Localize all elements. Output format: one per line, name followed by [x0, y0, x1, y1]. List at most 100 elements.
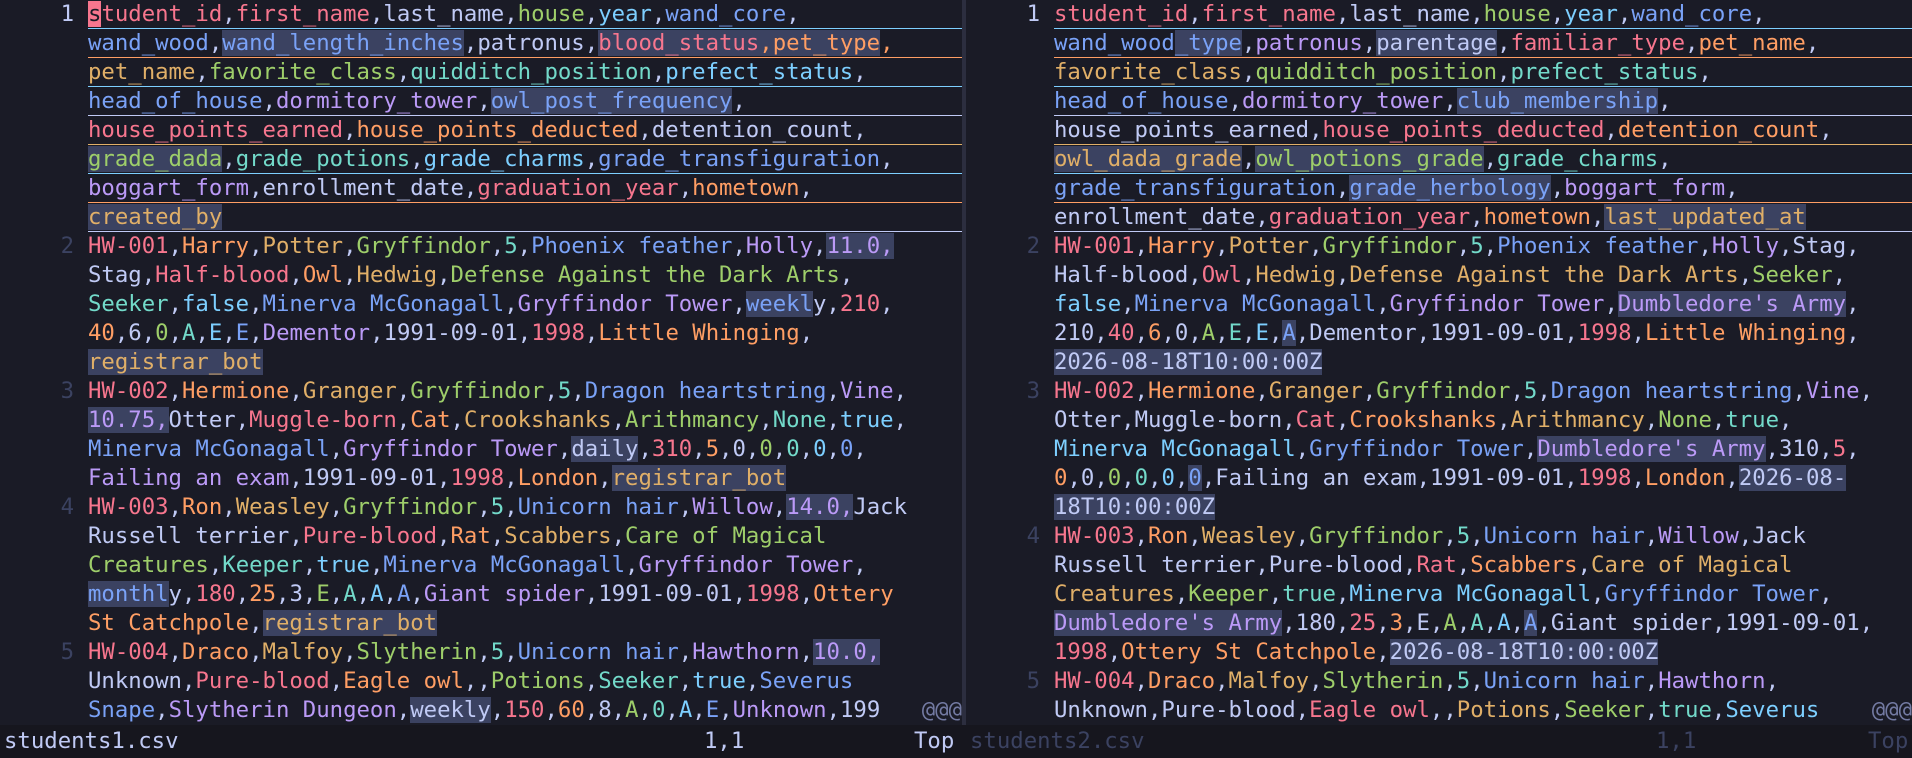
csv-token: parentage: [1376, 30, 1498, 56]
buffer-line[interactable]: Creatures,Keeper,true,Minerva McGonagall…: [88, 551, 962, 580]
buffer-line[interactable]: owl_dada_grade,owl_potions_grade,grade_c…: [1054, 145, 1912, 174]
right-diff-pane[interactable]: 12345 student_id,first_name,last_name,ho…: [966, 0, 1912, 725]
csv-token: ,: [1255, 552, 1269, 578]
buffer-line[interactable]: Seeker,false,Minerva McGonagall,Gryffind…: [88, 290, 962, 319]
buffer-line[interactable]: registrar_bot: [88, 348, 962, 377]
buffer-content[interactable]: student_id,first_name,last_name,house,ye…: [88, 0, 962, 725]
buffer-line[interactable]: student_id,first_name,last_name,house,ye…: [1054, 0, 1912, 29]
buffer-line[interactable]: enrollment_date,graduation_year,hometown…: [1054, 203, 1912, 232]
csv-token: ,: [826, 291, 840, 317]
csv-token: ,: [1188, 262, 1202, 288]
csv-token: 0: [1174, 320, 1189, 346]
buffer-line[interactable]: Russell terrier,Pure-blood,Rat,Scabbers,…: [1054, 551, 1912, 580]
buffer-line[interactable]: 18T10:00:00Z: [1054, 493, 1912, 522]
buffer-line[interactable]: boggart_form,enrollment_date,graduation_…: [88, 174, 962, 203]
csv-token: ,: [853, 117, 867, 143]
csv-token: 11.0,: [826, 233, 894, 259]
csv-token: 5: [504, 233, 518, 259]
buffer-line[interactable]: Minerva McGonagall,Gryffindor Tower,Dumb…: [1054, 435, 1912, 464]
right-filename[interactable]: students2.csv: [970, 725, 1145, 758]
csv-token: ,: [584, 30, 599, 56]
buffer-line[interactable]: HW-003,Ron,Weasley,Gryffindor,5,Unicorn …: [1054, 522, 1912, 551]
buffer-line[interactable]: Russell terrier,Pure-blood,Rat,Scabbers,…: [88, 522, 962, 551]
buffer-line[interactable]: 210,40,6,0,A,E,E,A,Dementor,1991-09-01,1…: [1054, 319, 1912, 348]
buffer-line[interactable]: 0,0,0,0,0,0,Failing an exam,1991-09-01,1…: [1054, 464, 1912, 493]
csv-token: ,: [1644, 697, 1659, 723]
buffer-line[interactable]: house_points_earned,house_points_deducte…: [88, 116, 962, 145]
buffer-content[interactable]: student_id,first_name,last_name,house,ye…: [1054, 0, 1912, 725]
csv-token: detention_count: [651, 117, 854, 143]
buffer-line[interactable]: HW-004,Draco,Malfoy,Slytherin,5,Unicorn …: [88, 638, 962, 667]
buffer-line[interactable]: HW-002,Hermione,Granger,Gryffindor,5,Dra…: [88, 377, 962, 406]
csv-token: E: [705, 697, 720, 723]
buffer-line[interactable]: head_of_house,dormitory_tower,owl_post_f…: [88, 87, 962, 116]
buffer-line[interactable]: head_of_house,dormitory_tower,club_membe…: [1054, 87, 1912, 116]
buffer-line[interactable]: pet_name,favorite_class,quidditch_positi…: [88, 58, 962, 87]
csv-token: wand_core: [665, 1, 787, 27]
buffer-line[interactable]: Unknown,Pure-blood,Eagle owl,,Potions,Se…: [1054, 696, 1912, 725]
left-diff-pane[interactable]: 12345 student_id,first_name,last_name,ho…: [0, 0, 962, 725]
buffer-line[interactable]: St Catchpole,registrar_bot: [88, 609, 962, 638]
buffer-line[interactable]: created_by: [88, 203, 962, 232]
buffer-line[interactable]: 2026-08-18T10:00:00Z: [1054, 348, 1912, 377]
buffer-line[interactable]: 1998,Ottery St Catchpole,2026-08-18T10:0…: [1054, 638, 1912, 667]
csv-token: pet_name: [88, 59, 196, 85]
csv-token: 14.0,: [786, 494, 854, 520]
csv-token: owl_dada_grade: [1054, 146, 1242, 172]
buffer-line[interactable]: false,Minerva McGonagall,Gryffindor Towe…: [1054, 290, 1912, 319]
csv-token: ,: [1550, 697, 1565, 723]
truncation-marker: @@@: [919, 696, 962, 725]
csv-token: ,: [1376, 639, 1390, 665]
buffer-line[interactable]: wand_wood,wand_length_inches,patronus,bl…: [88, 29, 962, 58]
buffer-line[interactable]: HW-003,Ron,Weasley,Gryffindor,5,Unicorn …: [88, 493, 962, 522]
csv-token: ,: [1483, 610, 1498, 636]
csv-token: registrar_bot: [262, 610, 438, 636]
buffer-line[interactable]: monthly,180,25,3,E,A,A,A,Giant spider,19…: [88, 580, 962, 609]
csv-token: ,: [1832, 262, 1847, 288]
buffer-line[interactable]: favorite_class,quidditch_position,prefec…: [1054, 58, 1912, 87]
csv-token: A: [1282, 320, 1296, 346]
csv-token: Vine: [839, 378, 894, 404]
buffer-line[interactable]: Unknown,Pure-blood,Eagle owl,,Potions,Se…: [88, 667, 962, 696]
csv-token: Pure-blood: [195, 668, 330, 694]
csv-token: ,: [343, 262, 357, 288]
buffer-line[interactable]: grade_transfiguration,grade_herbology,bo…: [1054, 174, 1912, 203]
csv-token: E: [208, 320, 223, 346]
csv-token: Dumbledore's Army: [1537, 436, 1766, 462]
csv-token: Unicorn hair: [517, 639, 679, 665]
csv-token: 0: [759, 436, 773, 462]
buffer-line[interactable]: Half-blood,Owl,Hedwig,Defense Against th…: [1054, 261, 1912, 290]
buffer-line[interactable]: Minerva McGonagall,Gryffindor Tower,dail…: [88, 435, 962, 464]
csv-token: _type: [1174, 30, 1242, 56]
buffer-line[interactable]: house_points_earned,house_points_deducte…: [1054, 116, 1912, 145]
left-scroll-indicator: Top: [914, 728, 955, 754]
csv-token: Potter: [1228, 233, 1310, 259]
csv-token: ,: [1241, 30, 1256, 56]
buffer-line[interactable]: Snape,Slytherin Dungeon,weekly,150,60,8,…: [88, 696, 962, 725]
buffer-line[interactable]: Stag,Half-blood,Owl,Hedwig,Defense Again…: [88, 261, 962, 290]
csv-token: ,: [826, 407, 840, 433]
csv-token: ,: [1604, 291, 1618, 317]
buffer-line[interactable]: 40,6,0,A,E,E,Dementor,1991-09-01,1998,Li…: [88, 319, 962, 348]
csv-token: 310: [1778, 436, 1820, 462]
buffer-line[interactable]: wand_wood_type,patronus,parentage,famili…: [1054, 29, 1912, 58]
buffer-line[interactable]: HW-001,Harry,Potter,Gryffindor,5,Phoenix…: [88, 232, 962, 261]
buffer-line[interactable]: Failing an exam,1991-09-01,1998,London,r…: [88, 464, 962, 493]
buffer-line[interactable]: Dumbledore's Army,180,25,3,E,A,A,A,A,Gia…: [1054, 609, 1912, 638]
csv-token: dormitory_tower: [1241, 88, 1444, 114]
buffer-line[interactable]: Creatures,Keeper,true,Minerva McGonagall…: [1054, 580, 1912, 609]
csv-token: ,: [678, 494, 693, 520]
buffer-line[interactable]: student_id,first_name,last_name,house,ye…: [88, 0, 962, 29]
csv-token: ,: [1510, 378, 1524, 404]
buffer-line[interactable]: grade_dada,grade_potions,grade_charms,gr…: [88, 145, 962, 174]
buffer-line[interactable]: 10.75,Otter,Muggle-born,Cat,Crookshanks,…: [88, 406, 962, 435]
csv-token: Unknown: [88, 668, 182, 694]
csv-token: ,: [1644, 668, 1659, 694]
csv-token: Seeker: [1564, 697, 1645, 723]
buffer-line[interactable]: HW-004,Draco,Malfoy,Slytherin,5,Unicorn …: [1054, 667, 1912, 696]
buffer-line[interactable]: HW-001,Harry,Potter,Gryffindor,5,Phoenix…: [1054, 232, 1912, 261]
buffer-line[interactable]: HW-002,Hermione,Granger,Gryffindor,5,Dra…: [1054, 377, 1912, 406]
csv-token: 10.75,: [88, 407, 169, 433]
buffer-line[interactable]: Otter,Muggle-born,Cat,Crookshanks,Arithm…: [1054, 406, 1912, 435]
left-filename[interactable]: students1.csv: [4, 725, 179, 758]
